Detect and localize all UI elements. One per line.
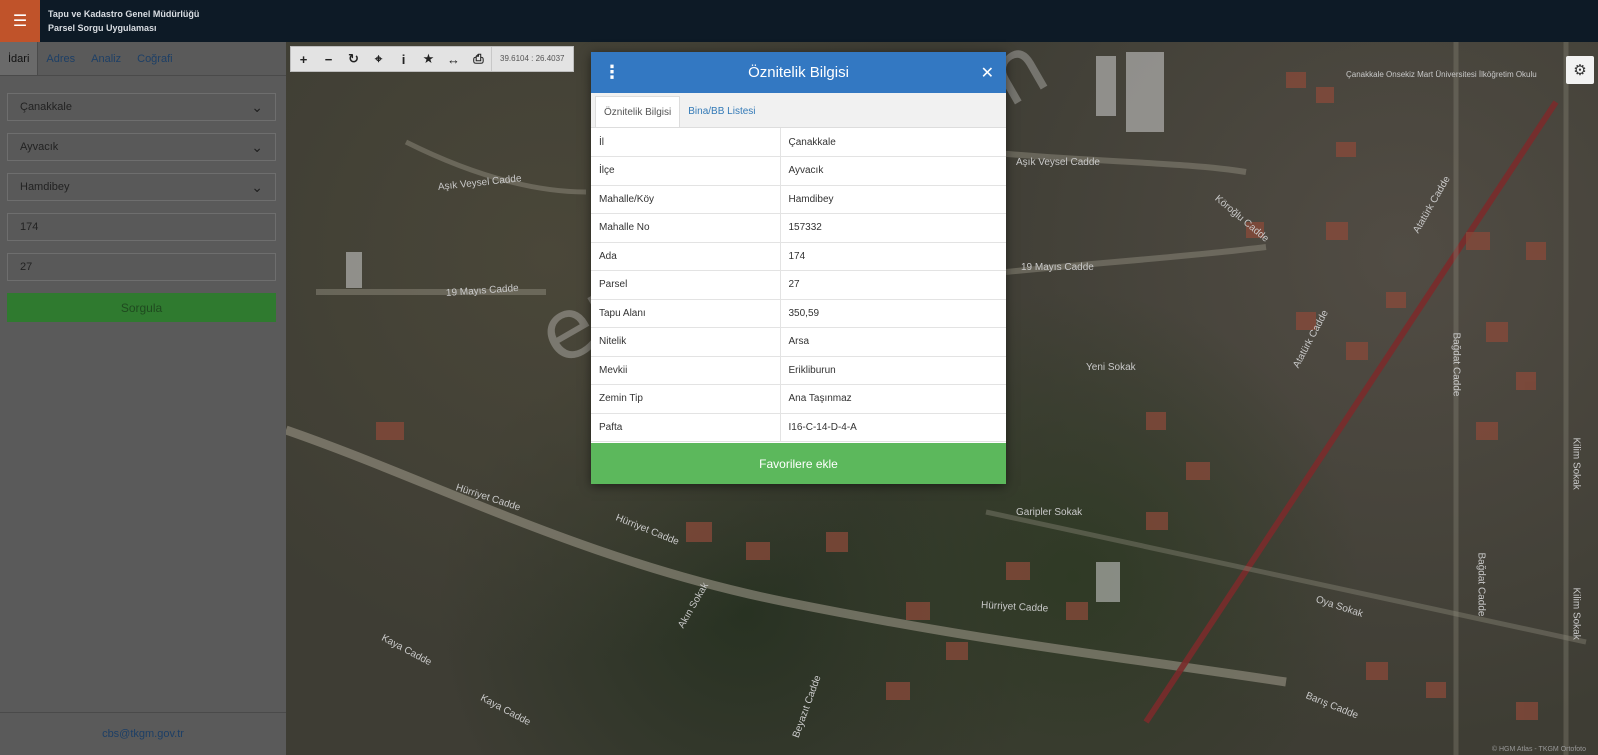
attribute-value: 174	[780, 242, 1006, 271]
street-label: Bağdat Cadde	[1450, 332, 1462, 397]
table-row: Tapu Alanı 350,59	[591, 299, 1006, 328]
school-label: Çanakkale Onsekiz Mart Üniversitesi İlkö…	[1346, 70, 1537, 79]
table-row: Zemin Tip Ana Taşınmaz	[591, 384, 1006, 414]
attribute-value: Arsa	[780, 327, 1006, 357]
attribute-value: Hamdibey	[780, 185, 1006, 214]
attribute-key: Parsel	[591, 270, 781, 300]
attribute-value: Çanakkale	[780, 128, 1006, 157]
coordinate-readout: 39.6104 : 26.4037	[491, 47, 573, 71]
sidebar-footer: cbs@tkgm.gov.tr	[0, 712, 286, 755]
parcel-input[interactable]: 27	[7, 253, 276, 281]
info-icon[interactable]: i	[391, 47, 416, 71]
parcel-value: 27	[20, 261, 33, 273]
attribute-key: Pafta	[591, 413, 781, 442]
neighborhood-value: Hamdibey	[20, 181, 70, 193]
table-row: Parsel 27	[591, 270, 1006, 300]
street-label: Kilim Sokak	[1570, 587, 1582, 640]
tab-idari[interactable]: İdari	[0, 42, 39, 75]
map-toolbar: + − ↻ ⌖ i ★ ↔ ⎙ 39.6104 : 26.4037	[290, 46, 574, 72]
close-icon[interactable]: ✕	[981, 52, 994, 93]
street-label: Garipler Sokak	[1016, 507, 1083, 518]
block-value: 174	[20, 221, 39, 233]
attribute-key: Zemin Tip	[591, 384, 781, 414]
query-button[interactable]: Sorgula	[7, 293, 276, 322]
dialog-header: ⋮ Öznitelik Bilgisi ✕	[591, 52, 1006, 93]
zoom-out-icon[interactable]: −	[316, 47, 341, 71]
attribute-key: Tapu Alanı	[591, 299, 781, 328]
tab-analiz[interactable]: Analiz	[83, 42, 129, 75]
locate-icon[interactable]: ⌖	[366, 47, 391, 71]
table-row: Ada 174	[591, 242, 1006, 271]
street-label: Bağdat Cadde	[1475, 552, 1487, 617]
attribute-key: Mevkii	[591, 356, 781, 385]
tab-building-list[interactable]: Bina/BB Listesi	[680, 96, 763, 127]
table-row: İlçe Ayvacık	[591, 156, 1006, 186]
attribute-value: Ana Taşınmaz	[780, 384, 1006, 414]
province-select[interactable]: Çanakkale ⌄	[7, 93, 276, 121]
chevron-down-icon: ⌄	[251, 178, 263, 195]
gear-icon[interactable]: ⚙	[1566, 56, 1594, 84]
table-row: Mevkii Erikliburun	[591, 356, 1006, 385]
street-label: Kilim Sokak	[1570, 437, 1582, 490]
zoom-in-icon[interactable]: +	[291, 47, 316, 71]
attribute-key: İl	[591, 128, 781, 157]
attribute-key: Mahalle/Köy	[591, 185, 781, 214]
tab-attribute-info[interactable]: Öznitelik Bilgisi	[595, 96, 681, 127]
dialog-title: Öznitelik Bilgisi	[748, 64, 849, 81]
hamburger-icon[interactable]: ☰	[0, 0, 40, 42]
app-title: Tapu ve Kadastro Genel Müdürlüğü Parsel …	[48, 7, 199, 35]
table-row: Nitelik Arsa	[591, 327, 1006, 357]
neighborhood-select[interactable]: Hamdibey ⌄	[7, 173, 276, 201]
table-row: Mahalle/Köy Hamdibey	[591, 185, 1006, 214]
app-title-line2: Parsel Sorgu Uygulaması	[48, 23, 157, 33]
district-select[interactable]: Ayvacık ⌄	[7, 133, 276, 161]
kebab-menu-icon[interactable]: ⋮	[603, 52, 621, 93]
street-label: 19 Mayıs Cadde	[1021, 262, 1094, 273]
street-label: Yeni Sokak	[1086, 362, 1136, 373]
map-attribution: © HGM Atlas - TKGM Ortofoto	[1491, 746, 1586, 753]
attribute-value: 157332	[780, 213, 1006, 243]
refresh-icon[interactable]: ↻	[341, 47, 366, 71]
attribute-value: 350,59	[780, 299, 1006, 328]
attribute-table: İl Çanakkale İlçe Ayvacık Mahalle/Köy Hamdibe…	[591, 128, 1006, 442]
table-row: Mahalle No 157332	[591, 213, 1006, 243]
chevron-down-icon: ⌄	[251, 98, 263, 115]
table-row: İl Çanakkale	[591, 128, 1006, 157]
table-row: Pafta I16-C-14-D-4-A	[591, 413, 1006, 442]
star-icon[interactable]: ★	[416, 47, 441, 71]
attribute-key: Ada	[591, 242, 781, 271]
attribute-value: Erikliburun	[780, 356, 1006, 385]
attribute-key: İlçe	[591, 156, 781, 186]
add-favorite-button[interactable]: Favorilere ekle	[591, 443, 1006, 484]
measure-icon[interactable]: ↔	[441, 47, 466, 71]
chevron-down-icon: ⌄	[251, 138, 263, 155]
print-icon[interactable]: ⎙	[466, 47, 491, 71]
block-input[interactable]: 174	[7, 213, 276, 241]
attribute-value: Ayvacık	[780, 156, 1006, 186]
attribute-value: I16-C-14-D-4-A	[780, 413, 1006, 442]
dialog-tabs: Öznitelik Bilgisi Bina/BB Listesi	[591, 93, 1006, 128]
street-label: Aşık Veysel Cadde	[1016, 157, 1100, 168]
sidebar: İdari Adres Analiz Coğrafi Çanakkale ⌄ A…	[0, 42, 286, 755]
top-header: ☰ Tapu ve Kadastro Genel Müdürlüğü Parse…	[0, 0, 1598, 42]
province-value: Çanakkale	[20, 101, 72, 113]
tab-adres[interactable]: Adres	[38, 42, 83, 75]
district-value: Ayvacık	[20, 141, 59, 153]
attribute-key: Mahalle No	[591, 213, 781, 243]
attribute-key: Nitelik	[591, 327, 781, 357]
attribute-value: 27	[780, 270, 1006, 300]
app-title-line1: Tapu ve Kadastro Genel Müdürlüğü	[48, 9, 200, 19]
tab-cografi[interactable]: Coğrafi	[129, 42, 180, 75]
sidebar-tabs: İdari Adres Analiz Coğrafi	[0, 42, 286, 76]
attribute-dialog: ⋮ Öznitelik Bilgisi ✕ Öznitelik Bilgisi …	[591, 52, 1006, 484]
contact-email-link[interactable]: cbs@tkgm.gov.tr	[102, 728, 184, 740]
